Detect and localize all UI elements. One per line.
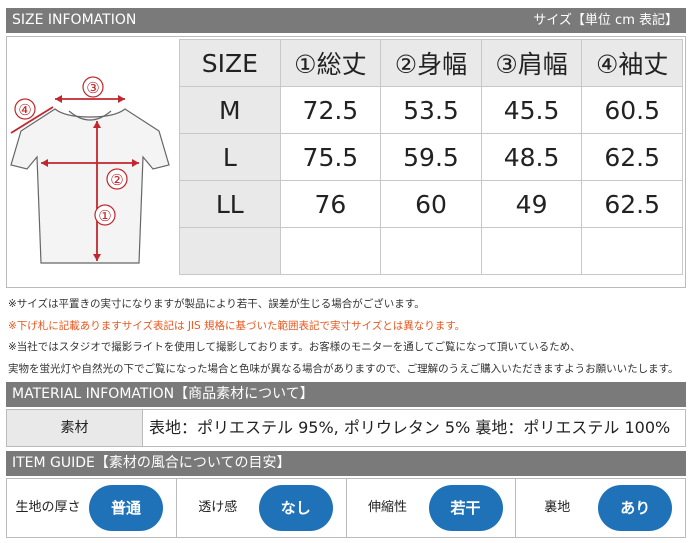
size-info-header: SIZE INFOMATION サイズ【単位 cm 表記】 [6, 8, 686, 33]
table-row [179, 227, 683, 275]
guide-value-badge: 若干 [428, 485, 503, 531]
size-table-header-row: SIZE ①総丈 ②身幅 ③肩幅 ④袖丈 [179, 39, 683, 87]
col-shoulder: ③肩幅 [480, 39, 583, 87]
table-cell: 60.5 [581, 86, 683, 134]
material-row: 素材 表地：ポリエステル 95%, ポリウレタン 5% 裏地：ポリエステル 10… [6, 409, 686, 447]
col-sleeve: ④袖丈 [581, 39, 683, 87]
material-info-title: MATERIAL INFOMATION【商品素材について】 [12, 386, 314, 402]
size-cell: M [179, 86, 281, 134]
marker-1: ① [98, 207, 111, 225]
item-guide-title: ITEM GUIDE【素材の風合についての目安】 [12, 455, 291, 471]
note-line: 実物を蛍光灯や自然光の下でご覧になった場合と色味が異なる場合がありますので、ご理… [8, 362, 679, 375]
table-cell [581, 227, 683, 275]
table-cell [480, 227, 583, 275]
marker-2: ② [110, 171, 123, 189]
material-label: 素材 [7, 410, 143, 446]
guide-value-badge: なし [258, 485, 333, 531]
table-cell: 72.5 [279, 86, 382, 134]
table-cell [380, 227, 482, 275]
guide-value-badge: あり [598, 485, 673, 531]
table-cell: 62.5 [581, 133, 683, 181]
table-cell: 76 [279, 180, 382, 228]
marker-4: ④ [18, 101, 31, 119]
table-row: LL 76 60 49 62.5 [179, 180, 683, 228]
size-info-title: SIZE INFOMATION [12, 12, 137, 28]
table-cell: 75.5 [279, 133, 382, 181]
guide-label: 透け感 [198, 500, 238, 515]
table-cell: 62.5 [581, 180, 683, 228]
guide-sheerness: 透け感 なし [177, 479, 347, 537]
table-cell [279, 227, 382, 275]
item-guide: 生地の厚さ 普通 透け感 なし 伸縮性 若干 裏地 あり [6, 478, 686, 538]
table-cell: 49 [480, 180, 583, 228]
table-cell: 45.5 [480, 86, 583, 134]
guide-label: 伸縮性 [367, 500, 407, 515]
tshirt-diagram: ③ ② ① ④ [10, 76, 170, 264]
table-cell: 48.5 [480, 133, 583, 181]
col-length: ①総丈 [279, 39, 382, 87]
col-size: SIZE [179, 39, 281, 87]
material-value: 表地：ポリエステル 95%, ポリウレタン 5% 裏地：ポリエステル 100% [149, 418, 671, 437]
note-line-warning: ※下げ札に記載ありますサイズ表記は JIS 規格に基づいた範囲表記で実寸サイズと… [8, 319, 466, 332]
note-line: ※サイズは平置きの実寸になりますが製品により若干、誤差が生じる場合がございます。 [8, 298, 425, 310]
guide-value-badge: 普通 [89, 485, 163, 531]
size-cell [179, 227, 281, 275]
table-row: L 75.5 59.5 48.5 62.5 [179, 133, 683, 181]
table-cell: 53.5 [380, 86, 482, 134]
table-cell: 59.5 [380, 133, 482, 181]
size-cell: L [179, 133, 281, 181]
tshirt-outline [10, 108, 170, 264]
material-info-header: MATERIAL INFOMATION【商品素材について】 [6, 382, 686, 407]
note-line: ※当社ではスタジオで撮影ライトを使用して撮影しております。お客様のモニターを通し… [8, 341, 581, 353]
guide-stretch: 伸縮性 若干 [347, 479, 517, 537]
guide-label: 裏地 [544, 500, 571, 515]
item-guide-header: ITEM GUIDE【素材の風合についての目安】 [6, 451, 686, 476]
size-unit-label: サイズ【単位 cm 表記】 [533, 13, 678, 28]
marker-3: ③ [86, 79, 99, 97]
table-row: M 72.5 53.5 45.5 60.5 [179, 86, 683, 134]
size-section: ③ ② ① ④ SIZE ①総丈 ②身幅 ③肩幅 ④袖丈 M 72.5 53.5… [6, 36, 686, 288]
guide-thickness: 生地の厚さ 普通 [7, 479, 177, 537]
col-width: ②身幅 [380, 39, 482, 87]
table-cell: 60 [380, 180, 482, 228]
guide-label: 生地の厚さ [15, 500, 81, 515]
guide-lining: 裏地 あり [516, 479, 685, 537]
notes: ※サイズは平置きの実寸になりますが製品により若干、誤差が生じる場合がございます。… [8, 294, 688, 380]
size-cell: LL [179, 180, 281, 228]
size-table: SIZE ①総丈 ②身幅 ③肩幅 ④袖丈 M 72.5 53.5 45.5 60… [179, 39, 683, 275]
